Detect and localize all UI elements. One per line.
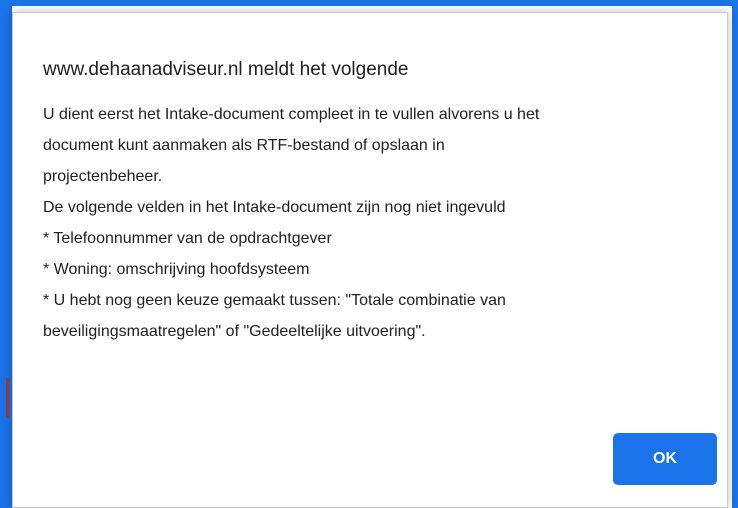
message-line: beveiligingsmaatregelen" of "Gedeeltelij… [43,323,426,340]
browser-chrome-left [0,0,12,508]
message-line: projectenbeheer. [43,168,163,185]
missing-field-item: * U hebt nog geen keuze gemaakt tussen: … [43,292,506,309]
browser-chrome-top [0,0,738,6]
page-edge-marker [6,378,9,418]
dialog-title: www.dehaanadviseur.nl meldt het volgende [43,59,409,80]
message-line: U dient eerst het Intake-document comple… [43,106,540,123]
missing-field-item: * Woning: omschrijving hoofdsysteem [43,261,310,278]
alert-dialog: www.dehaanadviseur.nl meldt het volgende… [12,12,728,508]
ok-button[interactable]: OK [613,433,717,485]
dialog-message: U dient eerst het Intake-document comple… [43,99,713,347]
message-line: document kunt aanmaken als RTF-bestand o… [43,137,445,154]
missing-field-item: * Telefoonnummer van de opdrachtgever [43,230,332,247]
browser-window: www.dehaanadviseur.nl meldt het volgende… [0,0,738,508]
message-line: De volgende velden in het Intake-documen… [43,199,506,216]
browser-chrome-right [732,0,738,508]
